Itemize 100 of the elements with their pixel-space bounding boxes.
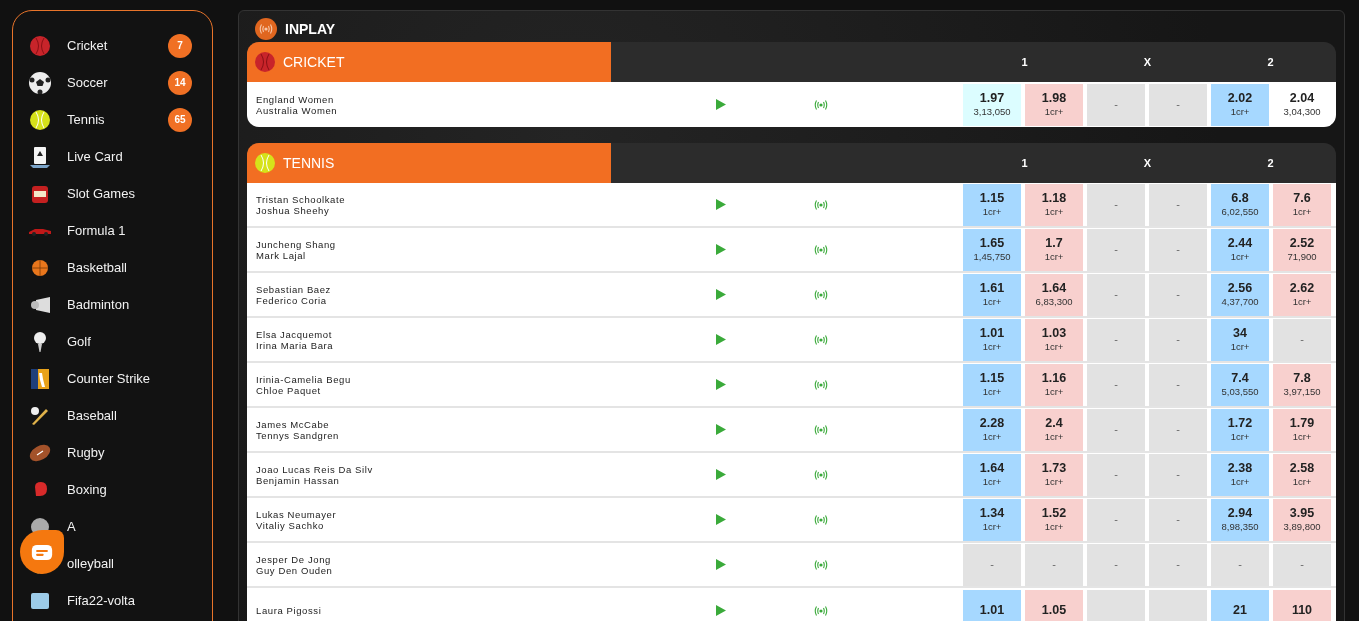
odds-button[interactable]: 2.44 1cr+	[1211, 228, 1269, 271]
odds-button[interactable]: 2.4 1cr+	[1025, 408, 1083, 451]
odds-button[interactable]: -	[1149, 408, 1207, 451]
odds-button[interactable]: 2.58 1cr+	[1273, 453, 1331, 496]
odds-button[interactable]: 1.16 1cr+	[1025, 363, 1083, 406]
odds-button[interactable]: 110	[1273, 589, 1331, 621]
odds-button[interactable]: 1.98 1cr+	[1025, 83, 1083, 126]
odds-button[interactable]: -	[1087, 273, 1145, 316]
play-icon[interactable]	[716, 514, 726, 525]
odds-button[interactable]: 1.7 1cr+	[1025, 228, 1083, 271]
odds-button[interactable]: -	[1087, 498, 1145, 541]
odds-button[interactable]: 34 1cr+	[1211, 318, 1269, 361]
odds-button[interactable]: -	[1149, 363, 1207, 406]
play-icon[interactable]	[716, 334, 726, 345]
odds-button[interactable]: -	[1087, 318, 1145, 361]
odds-button[interactable]: 1.64 6,83,300	[1025, 273, 1083, 316]
odds-button[interactable]: 1.79 1cr+	[1273, 408, 1331, 451]
odds-button[interactable]: 1.64 1cr+	[963, 453, 1021, 496]
sport-link[interactable]: Slot Games	[67, 186, 198, 201]
odds-button[interactable]: -	[1149, 228, 1207, 271]
sport-link[interactable]: Rugby	[67, 445, 198, 460]
play-icon[interactable]	[716, 199, 726, 210]
odds-button[interactable]: 2.94 8,98,350	[1211, 498, 1269, 541]
inplay-title: INPLAY	[285, 20, 336, 37]
odds-button[interactable]: 1.34 1cr+	[963, 498, 1021, 541]
odds-button[interactable]: 1.03 1cr+	[1025, 318, 1083, 361]
odds-button[interactable]: 1.72 1cr+	[1211, 408, 1269, 451]
sport-link[interactable]: olleyball	[67, 556, 198, 571]
odds-button[interactable]: -	[1273, 318, 1331, 361]
odds-button[interactable]: 2.62 1cr+	[1273, 273, 1331, 316]
odds-button[interactable]: -	[1149, 498, 1207, 541]
play-icon[interactable]	[716, 99, 726, 110]
odds-button[interactable]: -	[1025, 543, 1083, 586]
live-signal-icon	[814, 424, 828, 435]
sport-link[interactable]: Fifa22-volta	[67, 593, 198, 608]
play-icon[interactable]	[716, 244, 726, 255]
sport-link[interactable]: Cricket	[67, 38, 168, 53]
odds-button[interactable]: -	[1149, 318, 1207, 361]
odds-button[interactable]: 1.01 1cr+	[963, 318, 1021, 361]
odds-button[interactable]: 1.01	[963, 589, 1021, 621]
odds-button[interactable]: -	[1149, 543, 1207, 586]
odds-button[interactable]: -	[1087, 408, 1145, 451]
sport-link[interactable]: Tennis	[67, 112, 168, 127]
odds-button[interactable]: -	[1149, 83, 1207, 126]
odds-button[interactable]: 21	[1211, 589, 1269, 621]
odds-button[interactable]: 3.95 3,89,800	[1273, 498, 1331, 541]
odds-button[interactable]: -	[1149, 453, 1207, 496]
odds-button[interactable]: 6.8 6,02,550	[1211, 183, 1269, 226]
play-icon[interactable]	[716, 605, 726, 616]
odds-button[interactable]: -	[1087, 83, 1145, 126]
sport-link[interactable]: Boxing	[67, 482, 198, 497]
odds-button[interactable]: 2.02 1cr+	[1211, 83, 1269, 126]
live-signal-icon	[814, 514, 828, 525]
odds-button[interactable]: -	[1087, 363, 1145, 406]
play-icon[interactable]	[716, 469, 726, 480]
sport-link[interactable]: Badminton	[67, 297, 198, 312]
odds-button[interactable]: -	[1149, 183, 1207, 226]
team-name: Chloe Paquet	[256, 384, 322, 396]
sport-link[interactable]: Basketball	[67, 260, 198, 275]
odds-button[interactable]: -	[1087, 228, 1145, 271]
odds-button[interactable]: 2.56 4,37,700	[1211, 273, 1269, 316]
odds-button[interactable]: -	[1273, 543, 1331, 586]
odds-button[interactable]: 1.65 1,45,750	[963, 228, 1021, 271]
odds-button[interactable]: 1.15 1cr+	[963, 183, 1021, 226]
column-header: 2	[1267, 56, 1274, 68]
odds-button[interactable]: -	[1087, 543, 1145, 586]
play-icon[interactable]	[716, 424, 726, 435]
odds-button[interactable]: 1.52 1cr+	[1025, 498, 1083, 541]
odds-button[interactable]: -	[1149, 273, 1207, 316]
odds-button[interactable]: 7.8 3,97,150	[1273, 363, 1331, 406]
odds-button[interactable]: 1.97 3,13,050	[963, 83, 1021, 126]
odds-button[interactable]: 7.4 5,03,550	[1211, 363, 1269, 406]
sport-link[interactable]: A	[67, 519, 198, 534]
odds-button[interactable]: 1.73 1cr+	[1025, 453, 1083, 496]
odds-button[interactable]: 1.61 1cr+	[963, 273, 1021, 316]
team-name: James McCabe	[256, 418, 331, 430]
sport-link[interactable]: Live Card	[67, 149, 198, 164]
odds-button[interactable]: -	[1087, 453, 1145, 496]
odds-button[interactable]: -	[1087, 183, 1145, 226]
play-icon[interactable]	[716, 559, 726, 570]
odds-button[interactable]: 1.18 1cr+	[1025, 183, 1083, 226]
odds-button[interactable]: 1.05	[1025, 589, 1083, 621]
odds-button[interactable]: 2.28 1cr+	[963, 408, 1021, 451]
odds-button[interactable]: 2.38 1cr+	[1211, 453, 1269, 496]
sport-link[interactable]: Golf	[67, 334, 198, 349]
sport-link[interactable]: Counter Strike	[67, 371, 198, 386]
odds-button[interactable]: 7.6 1cr+	[1273, 183, 1331, 226]
odds-button[interactable]: -	[963, 543, 1021, 586]
sport-title: TENNIS	[283, 155, 335, 171]
sport-link[interactable]: Formula 1	[67, 223, 198, 238]
live-signal-icon	[814, 289, 828, 300]
odds-button[interactable]: 1.15 1cr+	[963, 363, 1021, 406]
odds-button[interactable]: 2.52 71,900	[1273, 228, 1331, 271]
sport-link[interactable]: Baseball	[67, 408, 198, 423]
play-icon[interactable]	[716, 379, 726, 390]
sport-link[interactable]: Soccer	[67, 75, 168, 90]
team-name: Benjamin Hassan	[256, 474, 341, 486]
play-icon[interactable]	[716, 289, 726, 300]
odds-button[interactable]: -	[1211, 543, 1269, 586]
cricket-ball-icon	[30, 35, 50, 56]
